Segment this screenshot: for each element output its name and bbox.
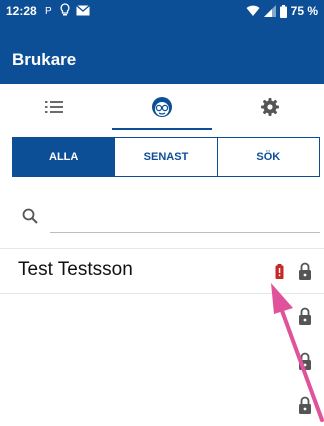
list-item[interactable]: Test Testsson bbox=[0, 249, 324, 293]
bulb-icon bbox=[60, 3, 70, 16]
signal-icon bbox=[263, 5, 276, 17]
lock-icon bbox=[299, 307, 311, 325]
mail-icon bbox=[76, 4, 90, 15]
battery-icon bbox=[279, 4, 287, 18]
client-name: Test Testsson bbox=[18, 259, 133, 280]
search-input[interactable] bbox=[50, 206, 320, 233]
gear-icon bbox=[261, 98, 279, 116]
tab-settings[interactable] bbox=[216, 84, 324, 130]
client-face-icon bbox=[152, 97, 172, 117]
list-icon bbox=[45, 101, 63, 113]
status-bar: 12:28 P 75 % bbox=[0, 0, 324, 22]
page-title: Brukare bbox=[12, 50, 77, 69]
divider bbox=[0, 293, 324, 294]
tab-bar bbox=[0, 84, 324, 130]
filter-segment: ALLA SENAST SÖK bbox=[12, 137, 320, 177]
search-icon bbox=[22, 208, 38, 224]
lock-icon bbox=[299, 352, 311, 370]
status-time: 12:28 bbox=[6, 4, 37, 18]
segment-search-button[interactable]: SÖK bbox=[217, 138, 319, 176]
app-bar: Brukare bbox=[0, 22, 324, 84]
p-icon: P bbox=[45, 6, 52, 16]
lock-icon bbox=[299, 262, 311, 280]
segment-all-button[interactable]: ALLA bbox=[13, 138, 116, 176]
lock-icon bbox=[299, 396, 311, 414]
tab-clients[interactable] bbox=[108, 84, 216, 130]
svg-text:P: P bbox=[45, 6, 52, 16]
segment-recent-button[interactable]: SENAST bbox=[115, 138, 218, 176]
search-bar bbox=[18, 200, 320, 234]
wifi-icon bbox=[246, 5, 260, 16]
battery-percent: 75 % bbox=[290, 4, 318, 18]
tab-list[interactable] bbox=[0, 84, 108, 130]
alert-icon bbox=[275, 264, 284, 279]
